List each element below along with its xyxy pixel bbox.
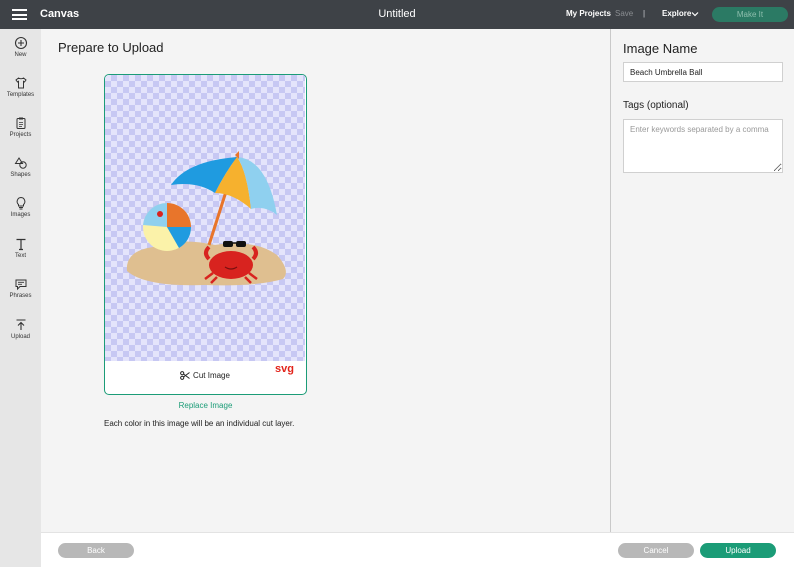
- sidebar-item-text[interactable]: Text: [0, 237, 41, 259]
- tags-label: Tags (optional): [623, 100, 689, 111]
- plus-circle-icon: [14, 36, 27, 50]
- sidebar-item-phrases[interactable]: Phrases: [0, 277, 41, 299]
- sidebar-item-new[interactable]: New: [0, 36, 41, 58]
- left-sidebar: New Templates Projects Shapes Images Tex…: [0, 29, 41, 567]
- image-name-input[interactable]: [623, 62, 783, 82]
- sidebar-item-templates[interactable]: Templates: [0, 76, 41, 98]
- document-title[interactable]: Untitled: [378, 8, 415, 20]
- text-icon: [16, 238, 25, 251]
- clipboard-icon: [16, 117, 25, 129]
- save-button[interactable]: Save: [615, 9, 633, 18]
- topbar-divider: |: [643, 9, 646, 18]
- scissors-icon: [180, 371, 190, 381]
- back-button[interactable]: Back: [58, 543, 134, 558]
- make-it-button[interactable]: Make It: [712, 7, 788, 22]
- my-projects-link[interactable]: My Projects: [566, 9, 611, 18]
- explore-menu[interactable]: Explore: [662, 9, 691, 18]
- tags-input[interactable]: [623, 119, 783, 173]
- sidebar-item-shapes[interactable]: Shapes: [0, 156, 41, 178]
- sidebar-item-projects[interactable]: Projects: [0, 116, 41, 138]
- replace-image-link[interactable]: Replace Image: [104, 401, 307, 410]
- speech-bubble-icon: [15, 279, 26, 291]
- uploaded-image-preview: [126, 151, 286, 286]
- sidebar-item-upload[interactable]: Upload: [0, 318, 41, 340]
- menu-icon[interactable]: [12, 9, 27, 20]
- chevron-down-icon[interactable]: [690, 9, 700, 19]
- shapes-icon: [14, 157, 27, 169]
- cancel-button[interactable]: Cancel: [618, 543, 694, 558]
- image-preview-card: Cut Image svg: [104, 74, 307, 395]
- sidebar-item-label: Images: [10, 212, 31, 218]
- main-content: Prepare to Upload Cut Image svg Replace …: [41, 29, 611, 532]
- lightbulb-icon: [16, 196, 25, 210]
- file-type-badge: svg: [275, 363, 294, 375]
- top-bar: Canvas Untitled My Projects Save | Explo…: [0, 0, 794, 29]
- image-details-panel: Image Name Tags (optional): [610, 29, 794, 532]
- sidebar-item-label: Upload: [10, 334, 30, 340]
- image-name-title: Image Name: [623, 41, 698, 56]
- page-title: Prepare to Upload: [58, 40, 164, 55]
- cut-layer-note: Each color in this image will be an indi…: [104, 419, 295, 428]
- shirt-icon: [14, 77, 27, 89]
- sidebar-item-label: Templates: [6, 92, 35, 98]
- upload-button[interactable]: Upload: [700, 543, 776, 558]
- sidebar-item-label: Shapes: [10, 172, 31, 178]
- sidebar-item-label: Text: [14, 253, 26, 259]
- sidebar-item-label: Phrases: [9, 293, 32, 299]
- sidebar-item-label: New: [14, 52, 27, 58]
- app-name: Canvas: [40, 8, 80, 20]
- bottom-action-bar: Back Cancel Upload: [41, 532, 794, 567]
- cut-image-label: Cut Image: [193, 371, 230, 380]
- sidebar-item-label: Projects: [9, 132, 32, 138]
- sidebar-item-images[interactable]: Images: [0, 196, 41, 218]
- upload-icon: [16, 319, 25, 330]
